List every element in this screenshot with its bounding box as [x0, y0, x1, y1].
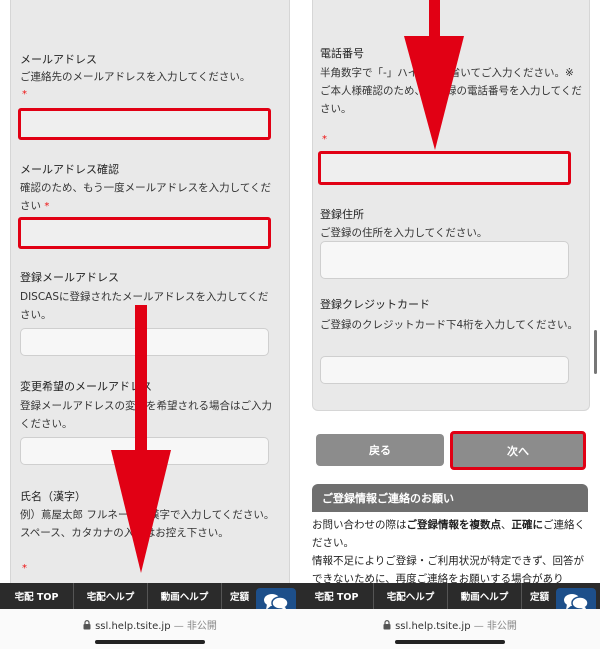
required-mark: *	[44, 201, 50, 212]
url-domain: ssl.help.tsite.jp	[95, 621, 171, 632]
phone-input[interactable]	[318, 151, 571, 185]
field-label-new-email: 変更希望のメールアドレス	[20, 380, 152, 393]
field-label-email: メールアドレス	[20, 53, 97, 66]
field-desc-name-kanji: 例）蔦屋太郎 フルネームを漢字で入力してください。スペース、カタカナの入力はお控…	[20, 509, 275, 539]
home-indicator	[95, 640, 205, 644]
field-desc-registered-email: DISCASに登録されたメールアドレスを入力してください。	[20, 291, 269, 321]
nav-takuhai-top[interactable]: 宅配 TOP	[0, 583, 74, 609]
address-input[interactable]	[320, 241, 569, 279]
required-mark: *	[22, 89, 27, 100]
field-label-address: 登録住所	[320, 208, 364, 221]
field-label-name-kanji: 氏名（漢字）	[20, 490, 86, 503]
field-desc-email: ご連絡先のメールアドレスを入力してください。	[20, 71, 251, 83]
field-label-phone: 電話番号	[320, 47, 364, 60]
browser-url-bar[interactable]: ssl.help.tsite.jp — 非公開	[0, 609, 300, 649]
next-button[interactable]: 次へ	[450, 431, 586, 470]
required-mark: *	[22, 563, 27, 574]
back-button[interactable]: 戻る	[316, 434, 444, 466]
nav-takuhai-help[interactable]: 宅配ヘルプ	[74, 583, 148, 609]
browser-url-bar[interactable]: ssl.help.tsite.jp — 非公開	[300, 609, 600, 649]
field-desc-new-email: 登録メールアドレスの変更を希望される場合はご入力ください。	[20, 400, 272, 430]
field-desc-email-confirm: 確認のため、もう一度メールアドレスを入力してください	[20, 182, 272, 212]
field-desc-credit-card: ご登録のクレジットカード下4桁を入力してください。	[320, 319, 579, 331]
email-confirm-input[interactable]	[18, 217, 271, 249]
scroll-indicator[interactable]	[594, 330, 597, 374]
lock-icon	[83, 620, 91, 630]
nav-takuhai-help[interactable]: 宅配ヘルプ	[374, 583, 448, 609]
field-label-credit-card: 登録クレジットカード	[320, 298, 430, 311]
email-input[interactable]	[18, 108, 271, 140]
home-indicator	[395, 640, 505, 644]
nav-takuhai-top[interactable]: 宅配 TOP	[300, 583, 374, 609]
right-screenshot: 電話番号 半角数字で「-」ハイフンを省いてご入力ください。※ご本人様確認のため、…	[300, 0, 600, 649]
notice-body: お問い合わせの際はご登録情報を複数点、正確にご連絡ください。 情報不足によりご登…	[312, 519, 585, 585]
url-privacy: — 非公開	[470, 621, 517, 632]
lock-icon	[383, 620, 391, 630]
credit-card-input[interactable]	[320, 356, 569, 384]
registered-email-input[interactable]	[20, 328, 269, 356]
nav-video-help[interactable]: 動画ヘルプ	[148, 583, 222, 609]
url-privacy: — 非公開	[170, 621, 217, 632]
field-desc-phone: 半角数字で「-」ハイフンを省いてご入力ください。※ご本人様確認のため、ご登録の電…	[320, 67, 582, 115]
field-label-registered-email: 登録メールアドレス	[20, 271, 119, 284]
nav-video-help[interactable]: 動画ヘルプ	[448, 583, 522, 609]
url-domain: ssl.help.tsite.jp	[395, 621, 471, 632]
notice-title: ご登録情報ご連絡のお願い	[312, 484, 588, 512]
bottom-nav: 宅配 TOP 宅配ヘルプ 動画ヘルプ 定額	[0, 583, 300, 609]
bottom-nav: 宅配 TOP 宅配ヘルプ 動画ヘルプ 定額	[300, 583, 600, 609]
required-mark: *	[322, 134, 327, 145]
field-label-email-confirm: メールアドレス確認	[20, 163, 119, 176]
field-desc-address: ご登録の住所を入力してください。	[320, 227, 488, 239]
new-email-input[interactable]	[20, 437, 269, 465]
left-screenshot: メールアドレス ご連絡先のメールアドレスを入力してください。 * メールアドレス…	[0, 0, 300, 649]
